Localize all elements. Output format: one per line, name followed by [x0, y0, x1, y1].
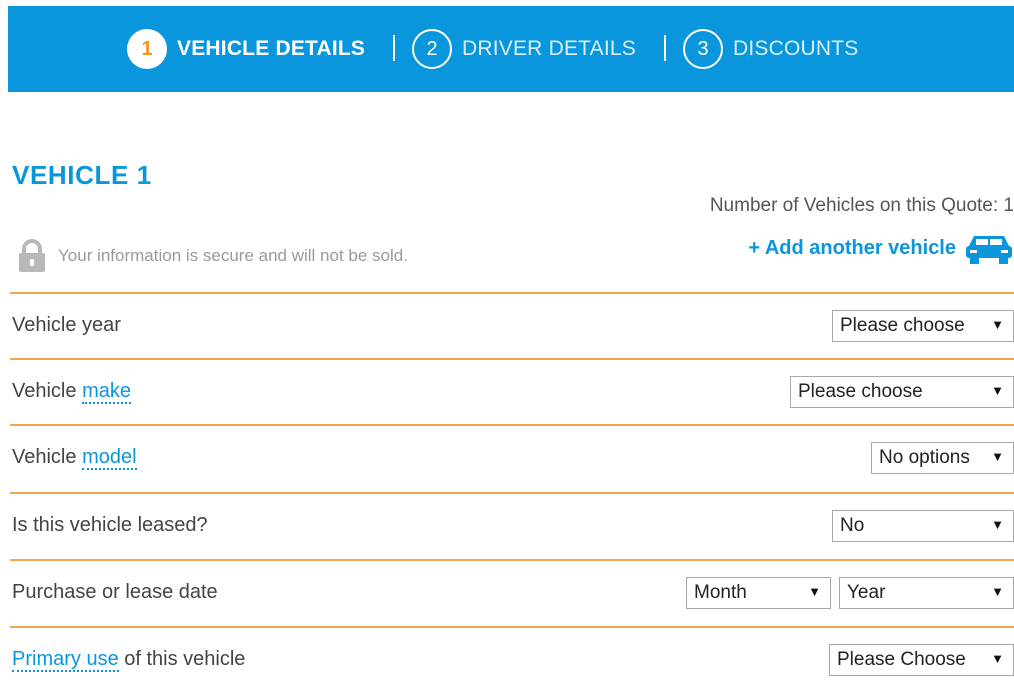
vehicle-model-select[interactable]: No options ▼ [871, 442, 1014, 474]
purchase-month-value: Month [694, 582, 747, 603]
primary-use-select[interactable]: Please Choose ▼ [829, 644, 1014, 676]
vehicle-make-help-link[interactable]: make [82, 380, 131, 404]
add-vehicle-text: + Add another vehicle [748, 236, 956, 259]
car-icon [966, 236, 1012, 264]
step-driver-details[interactable]: 2 DRIVER DETAILS [412, 6, 636, 92]
step-separator [664, 35, 666, 61]
dropdown-arrow-icon: ▼ [991, 383, 1004, 398]
purchase-date-row: Purchase or lease date Month ▼ Year ▼ [10, 559, 1014, 627]
dropdown-arrow-icon: ▼ [991, 317, 1004, 332]
purchase-year-value: Year [847, 582, 886, 603]
vehicle-make-label-text: Vehicle [12, 380, 83, 402]
vehicle-leased-select[interactable]: No ▼ [832, 510, 1014, 542]
dropdown-arrow-icon: ▼ [991, 449, 1004, 464]
purchase-date-label: Purchase or lease date [12, 581, 218, 603]
step-number-2: 2 [412, 29, 452, 69]
purchase-year-select[interactable]: Year ▼ [839, 577, 1014, 609]
dropdown-arrow-icon: ▼ [991, 517, 1004, 532]
primary-use-label-text: of this vehicle [118, 648, 246, 670]
step-number-3: 3 [683, 29, 723, 69]
vehicle-model-value: No options [879, 447, 970, 468]
vehicle-make-row: Vehicle make Please choose ▼ [10, 358, 1014, 426]
vehicle-model-help-link[interactable]: model [82, 446, 137, 470]
vehicle-year-row: Vehicle year Please choose ▼ [10, 292, 1014, 360]
vehicle-leased-value: No [840, 515, 865, 536]
vehicle-year-value: Please choose [840, 315, 965, 336]
security-notice-text: Your information is secure and will not … [58, 246, 408, 265]
purchase-month-select[interactable]: Month ▼ [686, 577, 831, 609]
security-notice: Your information is secure and will not … [14, 238, 408, 274]
step-separator [393, 35, 395, 61]
add-vehicle-link[interactable]: + Add another vehicle [748, 230, 1014, 266]
primary-use-help-link[interactable]: Primary use [12, 648, 119, 672]
primary-use-row: Primary use of this vehicle Please Choos… [10, 626, 1014, 694]
vehicle-make-select[interactable]: Please choose ▼ [790, 376, 1014, 408]
primary-use-value: Please Choose [837, 649, 966, 670]
page-title: VEHICLE 1 [12, 160, 152, 190]
vehicle-year-label: Vehicle year [12, 314, 121, 336]
lock-icon [19, 239, 45, 272]
vehicle-model-label-text: Vehicle [12, 446, 83, 468]
vehicle-leased-label: Is this vehicle leased? [12, 514, 208, 536]
step-number-1: 1 [127, 29, 167, 69]
vehicle-model-row: Vehicle model No options ▼ [10, 424, 1014, 492]
vehicle-make-label: Vehicle make [12, 380, 131, 404]
primary-use-label: Primary use of this vehicle [12, 648, 246, 672]
dropdown-arrow-icon: ▼ [808, 584, 821, 599]
progress-stepper: 1 VEHICLE DETAILS 2 DRIVER DETAILS 3 DIS… [8, 6, 1014, 92]
vehicle-count-text: Number of Vehicles on this Quote: 1 [709, 195, 1014, 216]
dropdown-arrow-icon: ▼ [991, 651, 1004, 666]
vehicle-leased-row: Is this vehicle leased? No ▼ [10, 492, 1014, 560]
dropdown-arrow-icon: ▼ [991, 584, 1004, 599]
step-label-driver-details: DRIVER DETAILS [462, 37, 636, 60]
step-label-discounts: DISCOUNTS [733, 37, 859, 60]
vehicle-make-value: Please choose [798, 381, 923, 402]
vehicle-year-select[interactable]: Please choose ▼ [832, 310, 1014, 342]
step-discounts[interactable]: 3 DISCOUNTS [683, 6, 858, 92]
vehicle-model-label: Vehicle model [12, 446, 137, 470]
step-vehicle-details[interactable]: 1 VEHICLE DETAILS [127, 6, 365, 92]
step-label-vehicle-details: VEHICLE DETAILS [177, 37, 366, 60]
